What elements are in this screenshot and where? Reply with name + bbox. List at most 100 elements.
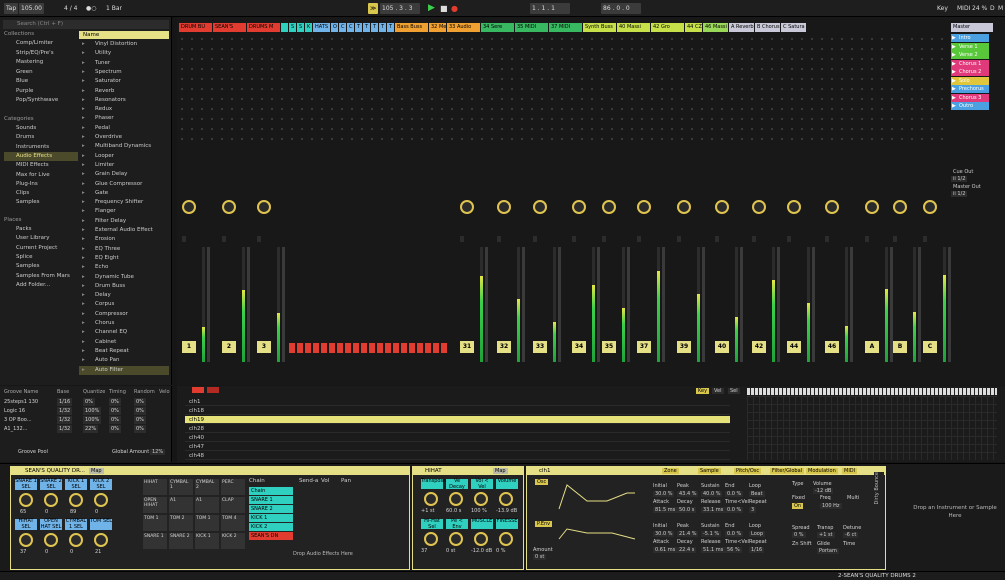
track-header[interactable]: T <box>379 23 386 32</box>
volume-fader[interactable] <box>702 247 705 362</box>
track-number-button[interactable]: 32 <box>497 341 511 353</box>
sends-knob[interactable] <box>460 200 474 214</box>
device-list-item[interactable]: Compressor <box>79 310 169 320</box>
drum-pad[interactable]: SNARE 2 <box>169 533 193 549</box>
track-header[interactable]: S <box>289 23 296 32</box>
clip-color-swatch[interactable] <box>192 387 204 393</box>
groove-cell[interactable]: 1/32 <box>57 407 73 415</box>
sampler-tab[interactable]: Pitch/Osc <box>734 468 762 474</box>
track-number-button[interactable]: 40 <box>715 341 729 353</box>
track-header[interactable]: HATS <box>313 23 330 32</box>
track-header[interactable]: 46 Massi <box>703 23 728 32</box>
hihat-macro-knob[interactable] <box>474 532 488 546</box>
device-list-item[interactable]: Channel EQ <box>79 328 169 338</box>
hihat-macro-label[interactable]: Ve Decay <box>446 478 468 489</box>
device-list-item[interactable]: Flanger <box>79 207 169 217</box>
track-number-button[interactable]: 3 <box>257 341 271 353</box>
volume-readout[interactable] <box>677 236 681 242</box>
master-out-select[interactable]: ii 1/2 <box>951 191 968 197</box>
drum-pad[interactable]: TOM 4 <box>221 515 245 531</box>
envelope-field[interactable]: 50.0 s <box>677 507 697 513</box>
track-header[interactable]: 37 MIDI <box>549 23 582 32</box>
volume-fader[interactable] <box>740 247 743 362</box>
groove-cell[interactable]: 0% <box>134 407 146 415</box>
device-list-item[interactable]: Vinyl Distortion <box>79 40 169 50</box>
groove-cell[interactable]: 0% <box>134 425 146 433</box>
drum-rack-map-button[interactable]: Map <box>89 468 104 474</box>
place-item[interactable]: Splice <box>4 253 78 262</box>
play-icon[interactable]: ▶ <box>426 3 437 14</box>
volume-fader[interactable] <box>282 247 285 362</box>
scene-launch[interactable]: Chorus 3 <box>951 93 989 102</box>
device-list-item[interactable]: Reverb <box>79 87 169 97</box>
volume-readout[interactable] <box>182 236 186 242</box>
collection-item[interactable]: Mastering <box>4 58 78 67</box>
drum-pad[interactable]: CYMBAL 2 <box>195 479 219 495</box>
track-header[interactable]: T <box>387 23 394 32</box>
track-header[interactable]: 42 Gro <box>651 23 684 32</box>
chain-item[interactable]: Chain <box>249 487 293 495</box>
device-list-item[interactable]: Spectrum <box>79 68 169 78</box>
collection-item[interactable]: Comp/Limiter <box>4 39 78 48</box>
sel-tab[interactable]: Sel <box>728 388 740 394</box>
scene-launch[interactable]: Intro <box>951 34 989 42</box>
envelope-field[interactable]: 43.4 % <box>677 491 699 497</box>
scene-launch[interactable]: Chorus 2 <box>951 68 989 76</box>
scene-launch[interactable]: Verse 2 <box>951 51 989 59</box>
clip-stop-button[interactable] <box>401 343 407 353</box>
collection-item[interactable]: Purple <box>4 87 78 96</box>
envelope-field[interactable]: 0.61 ms <box>653 547 678 553</box>
clip-slot-grid[interactable] <box>177 34 947 144</box>
track-header[interactable]: S <box>297 23 304 32</box>
pitch-envelope-display[interactable] <box>557 521 637 551</box>
tap-button[interactable]: Tap <box>4 3 19 14</box>
volume-readout[interactable] <box>787 236 791 242</box>
clip-stop-button[interactable] <box>353 343 359 353</box>
device-list-item[interactable]: Auto Pan <box>79 356 169 366</box>
scene-launch[interactable]: Solo <box>951 76 989 85</box>
clip-stop-button[interactable] <box>409 343 415 353</box>
device-list-item[interactable]: Chorus <box>79 319 169 329</box>
volume-readout[interactable] <box>222 236 226 242</box>
envelope-field[interactable]: -5.1 % <box>701 531 722 537</box>
volume-fader[interactable] <box>850 247 853 362</box>
scene-launch[interactable]: Prechorus <box>951 85 989 93</box>
envelope-field[interactable]: 51.1 ms <box>701 547 726 553</box>
track-header[interactable]: C <box>347 23 354 32</box>
drop-effects-hint[interactable]: Drop Audio Effects Here <box>293 551 353 557</box>
hihat-macro-knob[interactable] <box>449 492 463 506</box>
category-item[interactable]: Clips <box>4 189 78 198</box>
device-list-item[interactable]: Glue Compressor <box>79 180 169 190</box>
track-header[interactable]: SEAN'S <box>213 23 246 32</box>
penv-button[interactable]: P.Env <box>535 521 553 527</box>
track-header[interactable]: 33 Audio <box>447 23 480 32</box>
device-list-item[interactable]: Phaser <box>79 114 169 124</box>
device-list-item[interactable]: Echo <box>79 263 169 273</box>
place-item[interactable]: Samples From Mars <box>4 272 78 281</box>
groove-cell[interactable]: 1/16 <box>57 398 73 406</box>
device-list-item[interactable]: Limiter <box>79 161 169 171</box>
envelope-field[interactable]: 1/16 <box>749 547 765 553</box>
hihat-macro-knob[interactable] <box>499 532 513 546</box>
clip-stop-button[interactable] <box>305 343 311 353</box>
category-item[interactable]: Samples <box>4 198 78 207</box>
track-number-button[interactable]: 37 <box>637 341 651 353</box>
envelope-field[interactable]: 0.0 % <box>725 491 744 497</box>
groove-row[interactable]: A1_132... 1/32 22% 0% 0% <box>4 425 168 433</box>
quantize-menu[interactable]: 1 Bar <box>104 3 124 14</box>
device-list-item[interactable]: EQ Three <box>79 245 169 255</box>
groove-cell[interactable]: 100% <box>83 416 102 424</box>
hihat-macro-knob[interactable] <box>499 492 513 506</box>
track-header[interactable]: 35 MIDI <box>515 23 548 32</box>
device-list-item[interactable]: Looper <box>79 152 169 162</box>
groove-cell[interactable]: 22% <box>83 425 99 433</box>
track-header[interactable]: T <box>371 23 378 32</box>
hihat-macro-label[interactable]: Transpose <box>421 478 446 489</box>
sends-knob[interactable] <box>893 200 907 214</box>
key-tab[interactable]: Key <box>696 388 710 394</box>
track-header[interactable]: Bass Buss <box>395 23 428 32</box>
envelope-field[interactable]: 56 % <box>725 547 742 553</box>
sends-knob[interactable] <box>865 200 879 214</box>
track-header[interactable]: C <box>339 23 346 32</box>
device-list-item[interactable]: Redux <box>79 105 169 115</box>
